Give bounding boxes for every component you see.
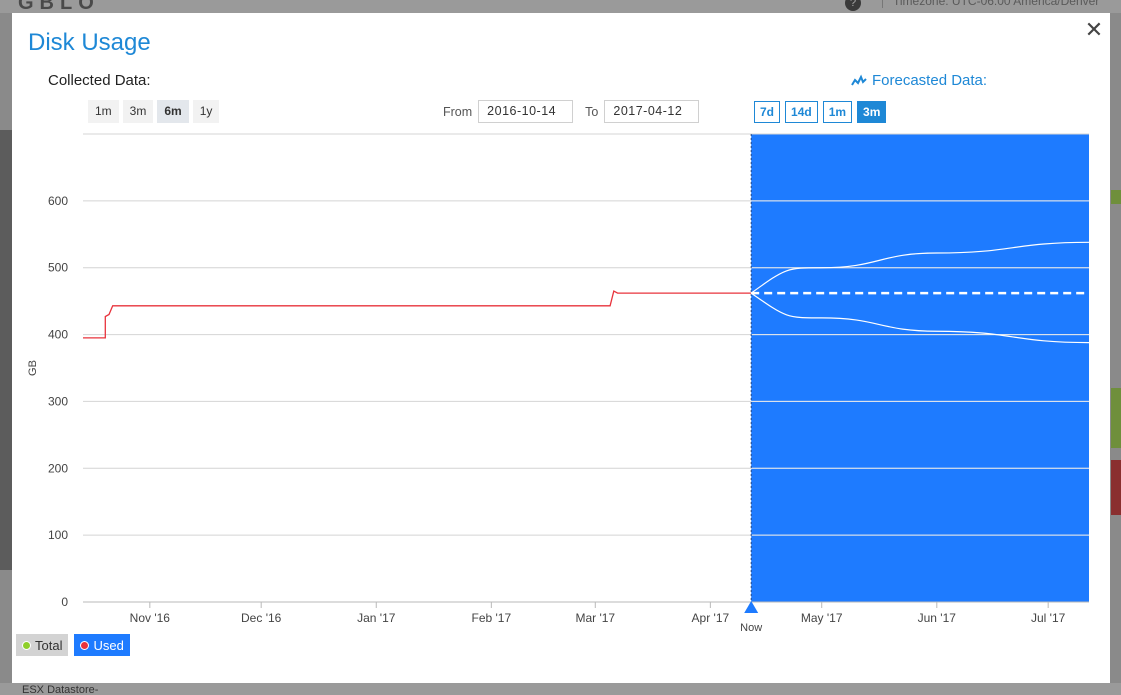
date-range: From 2016-10-14 To 2017-04-12 [443,100,700,123]
used-series-line [83,290,752,339]
legend-item-used[interactable]: Used [74,634,130,656]
background-status-green-2 [1111,388,1121,448]
modal-title: Disk Usage [28,29,151,56]
y-tick-label: 0 [61,595,68,609]
range-button-1m[interactable]: 1m [88,100,119,123]
y-tick-label: 100 [48,528,68,542]
forecast-range-buttons: 7d 14d 1m 3m [754,101,887,123]
forecast-area [751,134,1089,602]
forecast-button-14d[interactable]: 14d [785,101,818,123]
legend-used-label: Used [93,637,124,653]
range-button-3m[interactable]: 3m [122,100,154,123]
forecasted-data-text: Forecasted Data: [872,72,988,89]
background-status-green [1111,190,1121,204]
collected-data-label: Collected Data: [48,72,151,89]
forecast-button-3m[interactable]: 3m [857,101,887,123]
disk-usage-chart: 0 100 200 300 400 500 600 GB Nov '16 Dec '16 Jan '… [27,133,1090,634]
background-timezone: Timezone: UTC-06:00 America/Denver [882,0,1099,8]
x-tick-label: Mar '17 [575,611,615,625]
background-bottom-text: ESX Datastore- [22,684,99,695]
x-tick-label: Feb '17 [472,611,512,625]
x-tick-label: Nov '16 [130,611,171,625]
range-button-1y[interactable]: 1y [192,100,220,123]
y-axis-label: GB [27,360,39,376]
forecast-trend-icon [851,74,867,86]
from-date-input[interactable]: 2016-10-14 [478,100,574,123]
background-bottom-bar [0,683,1121,695]
legend-item-total[interactable]: Total [16,634,69,656]
now-marker-icon [744,601,759,613]
to-label: To [585,104,599,119]
x-tick-label: Jun '17 [918,611,957,625]
background-status-red [1111,460,1121,515]
y-tick-label: 200 [48,461,68,475]
total-dot-icon [22,640,31,650]
y-tick-label: 500 [48,261,68,275]
x-tick-label: Apr '17 [692,611,730,625]
close-icon[interactable]: ✕ [1083,19,1105,41]
x-tick-label: Dec '16 [241,611,282,625]
legend-total-label: Total [35,637,63,653]
forecast-button-1m[interactable]: 1m [822,101,853,123]
y-tick-label: 400 [48,328,68,342]
to-date-input[interactable]: 2017-04-12 [604,100,700,123]
x-tick-label: May '17 [801,611,843,625]
x-tick-label: Jan '17 [357,611,396,625]
range-button-6m[interactable]: 6m [157,100,189,123]
collected-range-buttons: 1m 3m 6m 1y [88,100,220,123]
y-tick-label: 600 [48,194,68,208]
y-tick-label: 300 [48,394,68,408]
from-label: From [443,104,473,119]
disk-usage-modal: Disk Usage ✕ Collected Data: Forecasted … [12,13,1110,683]
used-dot-icon [80,640,90,650]
forecast-button-7d[interactable]: 7d [754,101,781,123]
forecasted-data-label: Forecasted Data: [851,72,987,89]
x-tick-label: Jul '17 [1031,611,1066,625]
now-label: Now [740,622,762,634]
chart-legend: Total Used [16,634,130,656]
background-sidebar [0,130,12,570]
